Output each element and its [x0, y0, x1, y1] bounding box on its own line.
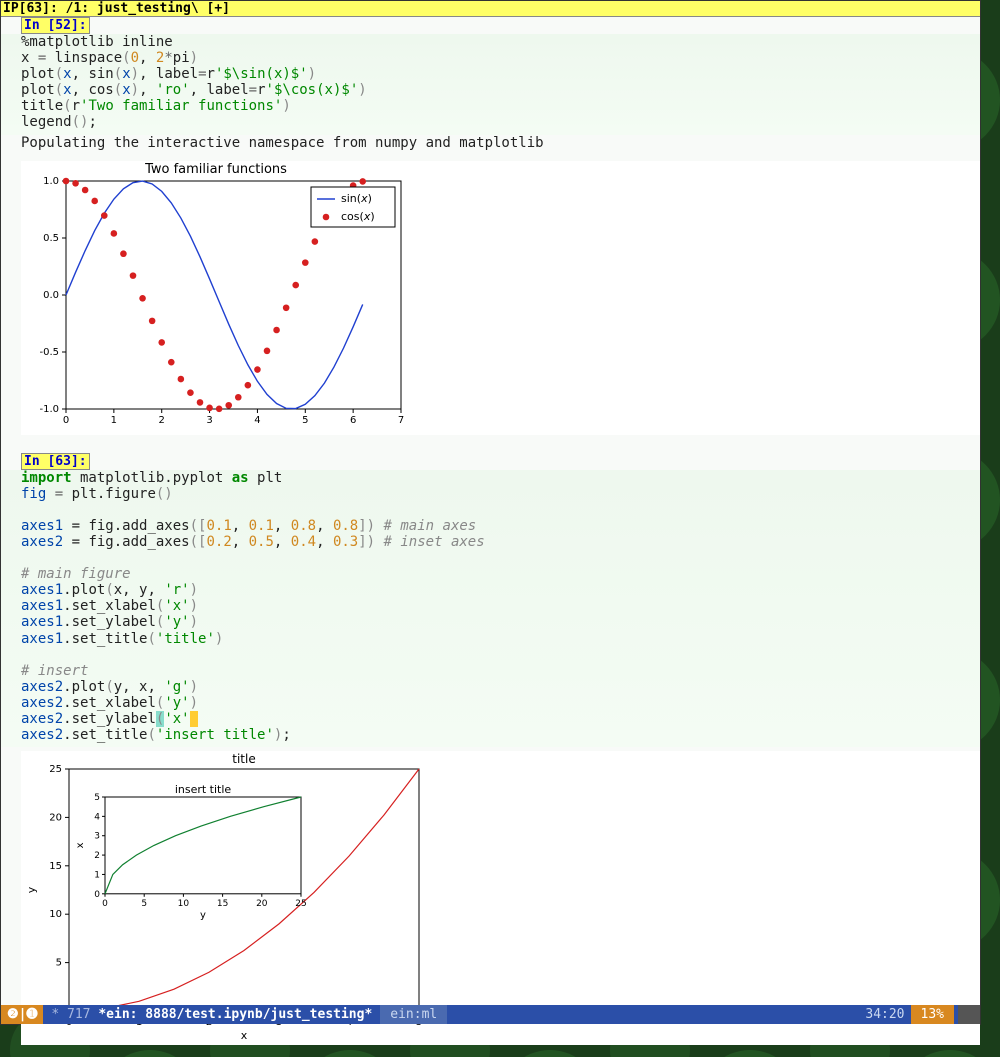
svg-text:sin(x): sin(x)	[341, 192, 372, 205]
vim-tabline: IP[63]: /1: just_testing\ [+]	[1, 1, 980, 17]
modeline: ❷|➊ * 717 *ein: 8888/test.ipynb/just_tes…	[1, 1005, 980, 1024]
svg-text:5: 5	[94, 793, 100, 803]
editor-frame: IP[63]: /1: just_testing\ [+] In [52]: %…	[0, 0, 981, 1025]
svg-text:title: title	[232, 752, 255, 766]
modeline-workspace: ❷|➊	[1, 1005, 43, 1024]
svg-text:4: 4	[254, 415, 260, 426]
cell-prompt: In [52]:	[21, 17, 90, 34]
cell-output: Populating the interactive namespace fro…	[1, 135, 980, 157]
modeline-buffer: * 717 *ein: 8888/test.ipynb/just_testing…	[43, 1005, 380, 1024]
svg-text:2: 2	[94, 851, 100, 861]
cell-52[interactable]: In [52]: %matplotlib inline x = linspace…	[1, 17, 980, 435]
svg-text:Two familiar functions: Two familiar functions	[144, 162, 287, 177]
cell-63[interactable]: In [63]: import matplotlib.pyplot as plt…	[1, 453, 980, 1046]
svg-text:5: 5	[302, 415, 308, 426]
svg-text:-0.5: -0.5	[39, 347, 59, 358]
modeline-mode: ein:ml	[380, 1005, 447, 1024]
svg-text:20: 20	[49, 813, 62, 824]
code-block[interactable]: %matplotlib inline x = linspace(0, 2*pi)…	[1, 34, 980, 135]
chart-two-familiar-functions: Two familiar functions 0 1 2 3 4 5 6 7 -1.0 -0.5 0.…	[21, 161, 411, 431]
modeline-percent: 13%	[911, 1005, 954, 1024]
svg-text:5: 5	[56, 958, 62, 969]
svg-text:10: 10	[49, 909, 62, 920]
svg-text:0.0: 0.0	[43, 290, 59, 301]
svg-text:x: x	[75, 843, 86, 849]
chart-inset-axes: title0123450510152025xyinsert title05101…	[21, 751, 429, 1041]
svg-text:-1.0: -1.0	[39, 404, 59, 415]
svg-text:15: 15	[217, 899, 228, 909]
plot-1: Two familiar functions 0 1 2 3 4 5 6 7 -1.0 -0.5 0.…	[21, 161, 980, 435]
svg-text:cos(x): cos(x)	[341, 210, 375, 223]
svg-text:4: 4	[94, 813, 100, 823]
svg-text:20: 20	[256, 899, 268, 909]
svg-text:0.5: 0.5	[43, 233, 59, 244]
svg-text:1: 1	[94, 871, 100, 881]
svg-text:5: 5	[141, 899, 147, 909]
svg-text:0: 0	[63, 415, 69, 426]
svg-text:3: 3	[94, 832, 100, 842]
svg-text:25: 25	[295, 899, 306, 909]
svg-text:15: 15	[49, 861, 62, 872]
svg-text:x: x	[241, 1029, 248, 1041]
svg-text:1: 1	[111, 415, 117, 426]
plot-2: title0123450510152025xyinsert title05101…	[21, 751, 980, 1045]
svg-text:25: 25	[49, 764, 62, 775]
cursor	[190, 711, 198, 727]
modeline-indicator	[958, 1005, 980, 1024]
svg-text:0: 0	[102, 899, 108, 909]
svg-text:7: 7	[398, 415, 404, 426]
svg-text:10: 10	[178, 899, 190, 909]
svg-text:2: 2	[159, 415, 165, 426]
notebook-content[interactable]: In [52]: %matplotlib inline x = linspace…	[1, 17, 980, 1045]
svg-text:3: 3	[206, 415, 212, 426]
cell-prompt: In [63]:	[21, 453, 90, 470]
modeline-position: 34:20	[859, 1007, 910, 1022]
code-block[interactable]: import matplotlib.pyplot as plt fig = pl…	[1, 470, 980, 748]
svg-text:1.0: 1.0	[43, 176, 59, 187]
svg-text:y: y	[25, 886, 38, 893]
svg-text:0: 0	[94, 890, 100, 900]
svg-text:insert title: insert title	[175, 783, 232, 796]
svg-text:y: y	[200, 910, 206, 921]
svg-text:6: 6	[350, 415, 356, 426]
